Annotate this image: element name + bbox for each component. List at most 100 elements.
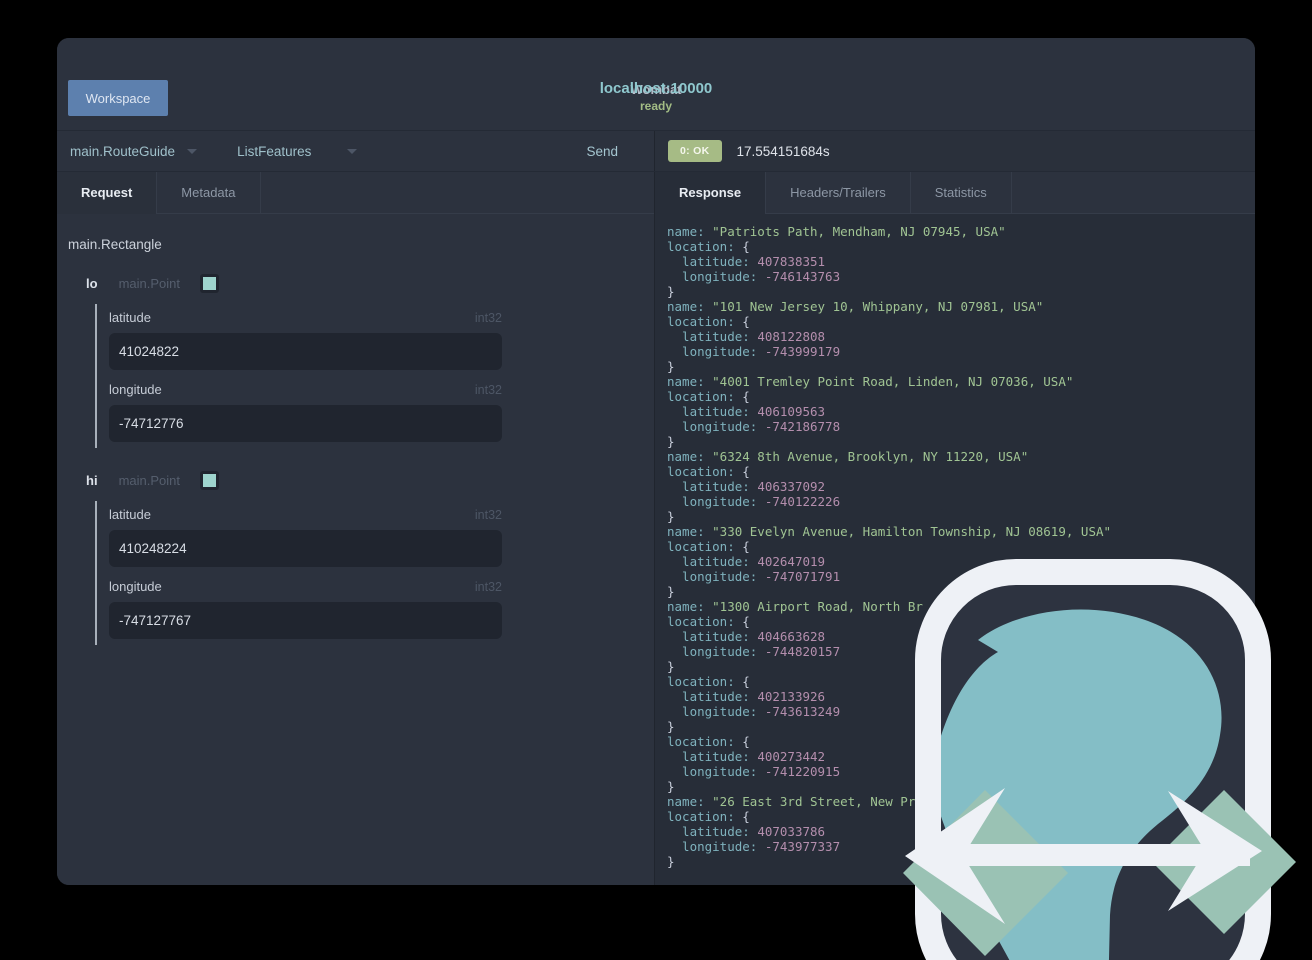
field-name: lo <box>86 276 98 291</box>
response-line: name: "101 New Jersey 10, Whippany, NJ 0… <box>667 299 1044 314</box>
response-line: name: "Patriots Path, Mendham, NJ 07945,… <box>667 224 1006 239</box>
response-line: longitude: -746143763 <box>667 269 841 284</box>
response-line: name: "1300 Airport Road, North Br <box>667 599 923 614</box>
latitude-row: latitude int32 <box>109 501 502 573</box>
response-line: latitude: 406109563 <box>667 404 826 419</box>
response-line: latitude: 402133926 <box>667 689 826 704</box>
field-lo-checkbox[interactable] <box>199 274 219 293</box>
screen: Wombat Workspace localhost:10000 ready m… <box>0 0 1312 960</box>
field-hi-group: latitude int32 longitude int32 <box>95 501 654 645</box>
connection-info: localhost:10000 ready <box>57 80 1255 113</box>
longitude-label: longitude <box>109 579 162 594</box>
method-name: ListFeatures <box>237 143 312 159</box>
response-line: latitude: 404663628 <box>667 629 826 644</box>
latitude-type: int32 <box>474 507 502 522</box>
response-line: } <box>667 509 675 524</box>
field-hi-checkbox[interactable] <box>199 471 219 490</box>
toolbar-right: 0: OK 17.554151684s <box>655 131 1255 171</box>
response-line: longitude: -742186778 <box>667 419 841 434</box>
response-line: } <box>667 854 675 869</box>
response-line: } <box>667 659 675 674</box>
field-type: main.Point <box>118 473 180 488</box>
latitude-label: latitude <box>109 310 151 325</box>
response-line: latitude: 402647019 <box>667 554 826 569</box>
response-line: name: "6324 8th Avenue, Brooklyn, NY 112… <box>667 449 1029 464</box>
hi-longitude-input[interactable] <box>109 602 502 639</box>
response-line: location: { <box>667 614 750 629</box>
tab-headers-trailers[interactable]: Headers/Trailers <box>766 172 911 213</box>
response-line: location: { <box>667 674 750 689</box>
titlebar: Wombat Workspace localhost:10000 ready <box>57 38 1255 130</box>
connection-status: ready <box>639 99 673 113</box>
latitude-row: latitude int32 <box>109 304 502 376</box>
hi-latitude-input[interactable] <box>109 530 502 567</box>
send-button[interactable]: Send <box>586 144 618 159</box>
field-lo-group: latitude int32 longitude int32 <box>95 304 654 448</box>
field-lo-header: lo main.Point <box>86 274 654 293</box>
checkbox-check-icon <box>202 277 216 290</box>
message-type-label: main.Rectangle <box>68 237 162 252</box>
field-hi-header: hi main.Point <box>86 471 654 490</box>
response-line: longitude: -741220915 <box>667 764 841 779</box>
tab-request[interactable]: Request <box>57 172 158 214</box>
response-line: name: "26 East 3rd Street, New Pr <box>667 794 916 809</box>
service-select[interactable]: main.RouteGuide <box>70 143 198 159</box>
host-address: localhost:10000 <box>599 80 713 97</box>
response-tabs: Response Headers/Trailers Statistics <box>655 172 1255 214</box>
chevron-down-icon <box>187 148 198 154</box>
response-line: } <box>667 779 675 794</box>
response-line: } <box>667 584 675 599</box>
response-line: } <box>667 284 675 299</box>
response-line: name: "4001 Tremley Point Road, Linden, … <box>667 374 1074 389</box>
response-line: latitude: 406337092 <box>667 479 826 494</box>
lo-latitude-input[interactable] <box>109 333 502 370</box>
longitude-row: longitude int32 <box>109 376 502 448</box>
response-line: latitude: 408122808 <box>667 329 826 344</box>
method-select[interactable]: ListFeatures <box>237 143 358 159</box>
checkbox-check-icon <box>202 474 216 487</box>
response-line: location: { <box>667 734 750 749</box>
response-line: latitude: 407838351 <box>667 254 826 269</box>
toolbar: main.RouteGuide ListFeatures Send 0: OK … <box>57 130 1255 172</box>
field-type: main.Point <box>118 276 180 291</box>
request-form: main.Rectangle lo main.Point latitude in… <box>57 214 654 885</box>
response-line: } <box>667 434 675 449</box>
response-line: name: "330 Evelyn Avenue, Hamilton Towns… <box>667 524 1112 539</box>
response-line: longitude: -740122226 <box>667 494 841 509</box>
chevron-down-icon <box>347 148 358 154</box>
response-line: location: { <box>667 314 750 329</box>
response-line: latitude: 400273442 <box>667 749 826 764</box>
lo-longitude-input[interactable] <box>109 405 502 442</box>
response-line: location: { <box>667 539 750 554</box>
response-body[interactable]: name: "Patriots Path, Mendham, NJ 07945,… <box>655 214 1255 885</box>
response-line: longitude: -744820157 <box>667 644 841 659</box>
latitude-label: latitude <box>109 507 151 522</box>
response-panel: Response Headers/Trailers Statistics nam… <box>655 172 1255 885</box>
tab-statistics[interactable]: Statistics <box>911 172 1012 213</box>
response-line: location: { <box>667 464 750 479</box>
response-line: longitude: -743977337 <box>667 839 841 854</box>
longitude-row: longitude int32 <box>109 573 502 645</box>
elapsed-time: 17.554151684s <box>736 143 830 159</box>
toolbar-left: main.RouteGuide ListFeatures Send <box>57 131 655 171</box>
field-name: hi <box>86 473 98 488</box>
longitude-label: longitude <box>109 382 162 397</box>
wombat-window: Wombat Workspace localhost:10000 ready m… <box>57 38 1255 885</box>
response-line: location: { <box>667 809 750 824</box>
tab-metadata[interactable]: Metadata <box>157 172 261 213</box>
tab-response[interactable]: Response <box>655 172 767 214</box>
response-line: longitude: -743999179 <box>667 344 841 359</box>
service-name: main.RouteGuide <box>70 143 176 159</box>
request-panel: Request Metadata main.Rectangle lo main.… <box>57 172 655 885</box>
response-line: location: { <box>667 389 750 404</box>
longitude-type: int32 <box>474 382 502 397</box>
response-line: latitude: 407033786 <box>667 824 826 839</box>
response-line: longitude: -743613249 <box>667 704 841 719</box>
longitude-type: int32 <box>474 579 502 594</box>
request-tabs: Request Metadata <box>57 172 654 214</box>
response-line: location: { <box>667 239 750 254</box>
response-line: longitude: -747071791 <box>667 569 841 584</box>
panels: Request Metadata main.Rectangle lo main.… <box>57 172 1255 885</box>
response-line: } <box>667 719 675 734</box>
response-line: } <box>667 359 675 374</box>
